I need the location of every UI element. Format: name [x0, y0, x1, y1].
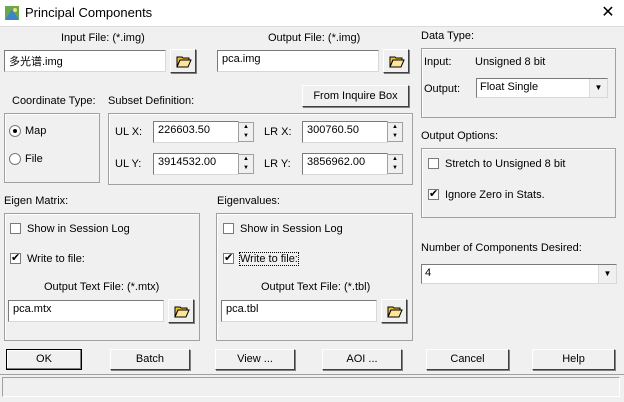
stretch-label: Stretch to Unsigned 8 bit [445, 158, 566, 170]
components-label: Number of Components Desired: [421, 242, 582, 254]
dropdown-arrow-icon[interactable]: ▼ [598, 265, 616, 283]
lrx-label: LR X: [264, 126, 292, 138]
ignore-zero-label: Ignore Zero in Stats. [445, 189, 545, 201]
output-options-label: Output Options: [421, 130, 499, 142]
data-type-output-value: Float Single [480, 81, 539, 93]
lry-spinner[interactable]: ▲ ▼ [387, 154, 403, 174]
data-type-input-value: Unsigned 8 bit [475, 56, 546, 68]
lry-label: LR Y: [264, 158, 291, 170]
coordinate-file-radio[interactable] [9, 153, 21, 165]
components-select[interactable]: 4 ▼ [421, 264, 617, 284]
spin-down-icon[interactable]: ▼ [239, 164, 253, 173]
matrix-output-label: Output Text File: (*.mtx) [44, 281, 160, 293]
output-file-field[interactable]: pca.img [217, 50, 379, 72]
status-field [2, 377, 620, 397]
matrix-write-file-label: Write to file: [27, 253, 85, 265]
coordinate-map-label: Map [25, 125, 47, 137]
subset-definition-label: Subset Definition: [108, 95, 195, 107]
folder-open-icon [389, 56, 405, 68]
matrix-write-file-checkbox[interactable] [10, 251, 21, 264]
matrix-show-log-label: Show in Session Log [27, 223, 130, 235]
data-type-label: Data Type: [421, 30, 474, 42]
values-output-browse-button[interactable] [381, 299, 407, 323]
data-type-input-label: Input: [424, 56, 452, 68]
coordinate-type-group [4, 113, 100, 183]
uly-field[interactable]: 3914532.00 [153, 153, 239, 175]
coordinate-map-radio[interactable] [9, 125, 21, 137]
spin-up-icon[interactable]: ▲ [388, 155, 402, 164]
view-button[interactable]: View ... [215, 349, 295, 370]
input-file-browse-button[interactable] [170, 49, 196, 73]
batch-button[interactable]: Batch [110, 349, 190, 370]
folder-open-icon [176, 56, 192, 68]
output-file-browse-button[interactable] [383, 49, 409, 73]
spin-down-icon[interactable]: ▼ [388, 132, 402, 141]
components-value: 4 [425, 267, 432, 279]
ulx-spinner[interactable]: ▲ ▼ [238, 122, 254, 142]
stretch-checkbox[interactable] [428, 158, 439, 169]
ulx-field[interactable]: 226603.50 [153, 121, 239, 143]
values-write-file-label: Write to file: [239, 252, 299, 266]
lry-field[interactable]: 3856962.00 [302, 153, 388, 175]
from-inquire-box-button[interactable]: From Inquire Box [302, 85, 409, 107]
dropdown-arrow-icon[interactable]: ▼ [589, 79, 607, 97]
folder-open-icon [174, 306, 190, 318]
coordinate-type-label: Coordinate Type: [12, 95, 96, 107]
values-output-field[interactable]: pca.tbl [221, 300, 377, 322]
cancel-button[interactable]: Cancel [426, 349, 509, 370]
ulx-label: UL X: [115, 126, 143, 138]
eigen-matrix-label: Eigen Matrix: [4, 195, 69, 207]
values-write-file-checkbox[interactable] [223, 251, 234, 264]
uly-label: UL Y: [115, 158, 142, 170]
spin-down-icon[interactable]: ▼ [239, 132, 253, 141]
matrix-output-browse-button[interactable] [168, 299, 194, 323]
coordinate-file-label: File [25, 153, 43, 165]
aoi-button[interactable]: AOI ... [322, 349, 402, 370]
matrix-show-log-checkbox[interactable] [10, 223, 21, 234]
help-button[interactable]: Help [532, 349, 615, 370]
output-file-label: Output File: (*.img) [268, 32, 361, 44]
folder-open-icon [387, 306, 403, 318]
input-file-field[interactable]: 多光谱.img [4, 50, 166, 72]
uly-spinner[interactable]: ▲ ▼ [238, 154, 254, 174]
ignore-zero-checkbox[interactable] [428, 187, 439, 200]
window-title: Principal Components [25, 5, 153, 20]
matrix-output-field[interactable]: pca.mtx [8, 300, 164, 322]
data-type-output-select[interactable]: Float Single ▼ [476, 78, 608, 98]
ok-button[interactable]: OK [6, 349, 82, 370]
values-show-log-checkbox[interactable] [223, 223, 234, 234]
spin-up-icon[interactable]: ▲ [388, 123, 402, 132]
lrx-spinner[interactable]: ▲ ▼ [387, 122, 403, 142]
spin-down-icon[interactable]: ▼ [388, 164, 402, 173]
lrx-field[interactable]: 300760.50 [302, 121, 388, 143]
app-icon [4, 5, 20, 21]
close-icon[interactable]: ✕ [598, 4, 618, 22]
input-file-label: Input File: (*.img) [61, 32, 145, 44]
values-output-label: Output Text File: (*.tbl) [261, 281, 371, 293]
spin-up-icon[interactable]: ▲ [239, 155, 253, 164]
spin-up-icon[interactable]: ▲ [239, 123, 253, 132]
values-show-log-label: Show in Session Log [240, 223, 343, 235]
eigenvalues-label: Eigenvalues: [217, 195, 280, 207]
data-type-output-label: Output: [424, 83, 461, 95]
